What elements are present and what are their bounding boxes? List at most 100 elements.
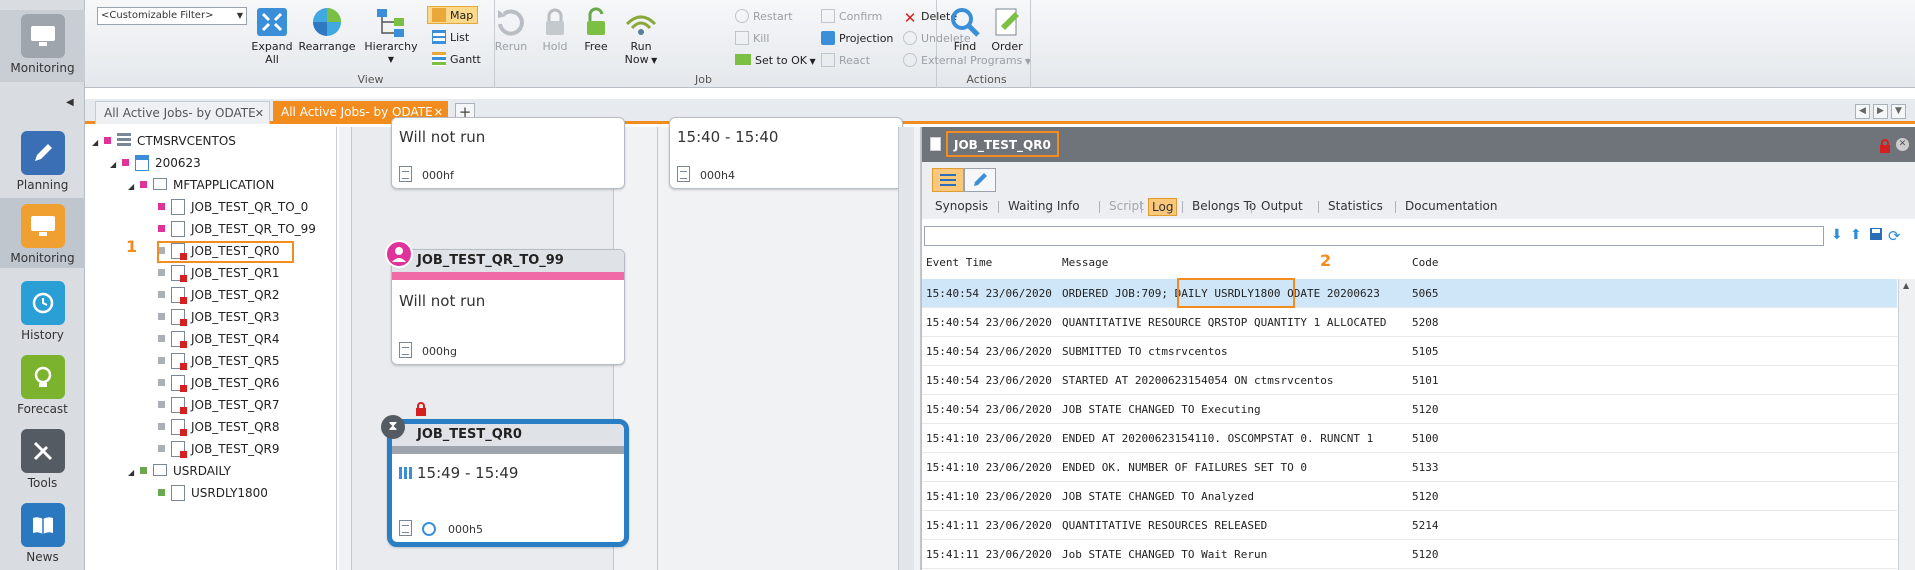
run-now-button[interactable]: Run Now ▼ bbox=[619, 6, 663, 67]
hold-button[interactable]: Hold bbox=[537, 6, 573, 53]
list-view-button[interactable]: List bbox=[432, 29, 469, 47]
collapse-triangle-icon[interactable]: ◢ bbox=[92, 133, 104, 153]
tree-node-folder-usrdaily[interactable]: ◢ USRDAILY bbox=[128, 461, 231, 481]
log-event-time: 15:41:11 23/06/2020 bbox=[926, 548, 1052, 561]
log-row[interactable]: 15:40:54 23/06/2020 STARTED AT 2020062315… bbox=[922, 366, 1897, 395]
rerun-button[interactable]: Rerun bbox=[491, 6, 531, 53]
column-event-time[interactable]: Event Time bbox=[926, 251, 992, 275]
chevron-up-icon[interactable]: ▲ bbox=[1903, 281, 1909, 290]
tab-all-active-jobs-1[interactable]: All Active Jobs- by ODATE ✕ bbox=[95, 101, 270, 124]
save-icon[interactable] bbox=[1869, 227, 1885, 243]
tree-node-job[interactable]: JOB_TEST_QR6 bbox=[146, 373, 280, 393]
monitor-icon bbox=[20, 14, 65, 58]
arrow-down-icon[interactable]: ⬇ bbox=[1831, 227, 1847, 243]
tree-node-job[interactable]: JOB_TEST_QR2 bbox=[146, 285, 280, 305]
kill-button[interactable]: Kill bbox=[735, 30, 769, 48]
tree-node-job[interactable]: JOB_TEST_QR4 bbox=[146, 329, 280, 349]
chevron-down-icon[interactable]: ▼ bbox=[1891, 104, 1906, 119]
restart-button[interactable]: Restart bbox=[735, 8, 793, 26]
tree-node-job[interactable]: JOB_TEST_QR_TO_99 bbox=[146, 219, 316, 239]
customizable-filter-select[interactable]: <Customizable Filter> ▼ bbox=[97, 7, 247, 25]
tree-node-job[interactable]: JOB_TEST_QR9 bbox=[146, 439, 280, 459]
tree-node-server[interactable]: ◢ CTMSRVCENTOS bbox=[92, 131, 236, 151]
callout-2: 2 bbox=[1320, 251, 1332, 270]
job-card-top-left[interactable]: Will not run 000hf bbox=[391, 117, 625, 189]
tree-node-job[interactable]: JOB_TEST_QR1 bbox=[146, 263, 280, 283]
set-to-ok-button[interactable]: Set to OK ▼ bbox=[735, 52, 816, 70]
job-status: Will not run bbox=[399, 292, 486, 310]
log-scrollbar[interactable]: ▲ bbox=[1898, 279, 1915, 570]
log-code: 5065 bbox=[1412, 287, 1439, 300]
log-event-time: 15:40:54 23/06/2020 bbox=[926, 403, 1052, 416]
log-row[interactable]: 15:41:10 23/06/2020 ENDED AT 202006231541… bbox=[922, 424, 1897, 453]
collapse-icon[interactable]: ◀ bbox=[66, 97, 74, 108]
confirm-button[interactable]: Confirm bbox=[821, 8, 882, 26]
projection-button[interactable]: Projection bbox=[821, 30, 893, 48]
edit-view-toggle[interactable] bbox=[964, 168, 996, 192]
log-code: 5120 bbox=[1412, 403, 1439, 416]
detail-tab-output[interactable]: Output bbox=[1258, 198, 1306, 216]
detail-tab-statistics[interactable]: Statistics bbox=[1325, 198, 1386, 216]
job-group-label: Job bbox=[695, 73, 712, 86]
tree-node-job[interactable]: JOB_TEST_QR3 bbox=[146, 307, 280, 327]
find-button[interactable]: Find bbox=[947, 6, 983, 53]
log-row[interactable]: 15:40:54 23/06/2020 JOB STATE CHANGED TO … bbox=[922, 395, 1897, 424]
log-row[interactable]: 15:40:54 23/06/2020 QUANTITATIVE RESOURCE… bbox=[922, 308, 1897, 337]
callout-1: 1 bbox=[126, 237, 138, 256]
tree-node-job[interactable]: JOB_TEST_QR5 bbox=[146, 351, 280, 371]
refresh-icon[interactable]: ⟳ bbox=[1888, 227, 1904, 245]
collapse-triangle-icon[interactable]: ◢ bbox=[128, 177, 140, 197]
log-row[interactable]: 15:41:11 23/06/2020 QUANTITATIVE RESOURCE… bbox=[922, 511, 1897, 540]
folder-icon bbox=[153, 464, 167, 476]
confirm-label: Confirm bbox=[839, 10, 883, 23]
rearrange-button[interactable]: Rearrange bbox=[297, 6, 357, 53]
chevron-left-icon[interactable]: ◀ bbox=[1855, 104, 1870, 119]
nav-history[interactable]: History bbox=[0, 281, 85, 343]
list-view-toggle[interactable] bbox=[932, 168, 964, 192]
tree-node-date[interactable]: ◢ 200623 bbox=[110, 153, 201, 173]
job-card-qr0-selected[interactable]: JOB_TEST_QR0 15:49 - 15:49 000h5 bbox=[387, 419, 629, 547]
tree-node-job-usrdly1800[interactable]: USRDLY1800 bbox=[146, 483, 268, 503]
nav-monitoring[interactable]: Monitoring bbox=[0, 198, 85, 268]
map-scrollbar[interactable] bbox=[898, 127, 914, 570]
job-id: 000hf bbox=[422, 169, 454, 182]
column-code[interactable]: Code bbox=[1412, 251, 1439, 275]
detail-tab-belongs-to[interactable]: Belongs To bbox=[1189, 198, 1259, 216]
detail-tab-waiting-info[interactable]: Waiting Info bbox=[1005, 198, 1083, 216]
order-button[interactable]: Order bbox=[987, 6, 1027, 53]
log-row[interactable]: 15:41:10 23/06/2020 JOB STATE CHANGED TO … bbox=[922, 482, 1897, 511]
tree-node-job[interactable]: JOB_TEST_QR_TO_0 bbox=[146, 197, 308, 217]
close-icon[interactable]: ✕ bbox=[255, 102, 264, 125]
detail-tab-log[interactable]: Log bbox=[1148, 198, 1178, 216]
nav-tools[interactable]: Tools bbox=[0, 429, 85, 491]
job-card-qr-to-99[interactable]: JOB_TEST_QR_TO_99 Will not run 000hg bbox=[391, 249, 625, 365]
collapse-triangle-icon[interactable]: ◢ bbox=[110, 155, 122, 175]
calendar-icon bbox=[135, 155, 149, 171]
close-icon[interactable]: ✕ bbox=[1896, 138, 1909, 151]
log-row[interactable]: 15:41:11 23/06/2020 Job STATE CHANGED TO … bbox=[922, 540, 1897, 569]
nav-planning[interactable]: Planning bbox=[0, 131, 85, 193]
chevron-right-icon[interactable]: ▶ bbox=[1873, 104, 1888, 119]
detail-tab-synopsis[interactable]: Synopsis bbox=[932, 198, 991, 216]
nav-news[interactable]: News bbox=[0, 503, 85, 565]
free-button[interactable]: Free bbox=[578, 6, 614, 53]
job-card-top-right[interactable]: 15:40 - 15:40 000h4 bbox=[669, 117, 903, 189]
set-to-ok-label: Set to OK bbox=[755, 54, 807, 67]
arrow-up-icon[interactable]: ⬆ bbox=[1850, 227, 1866, 243]
log-row[interactable]: 15:40:54 23/06/2020 ORDERED JOB:709; DAIL… bbox=[922, 279, 1897, 308]
react-button[interactable]: React bbox=[821, 52, 870, 70]
log-search-input[interactable] bbox=[924, 226, 1824, 246]
expand-all-button[interactable]: Expand All bbox=[249, 6, 295, 66]
log-row[interactable]: 15:41:10 23/06/2020 ENDED OK. NUMBER OF F… bbox=[922, 453, 1897, 482]
unlock-icon bbox=[587, 7, 605, 35]
nav-monitoring-top[interactable]: Monitoring bbox=[0, 10, 85, 82]
column-message[interactable]: Message bbox=[1062, 251, 1108, 275]
detail-tab-documentation[interactable]: Documentation bbox=[1402, 198, 1501, 216]
tree-node-job[interactable]: JOB_TEST_QR7 bbox=[146, 395, 280, 415]
tree-node-folder-mftapplication[interactable]: ◢ MFTAPPLICATION bbox=[128, 175, 274, 195]
nav-forecast[interactable]: Forecast bbox=[0, 355, 85, 417]
collapse-triangle-icon[interactable]: ◢ bbox=[128, 463, 140, 483]
tree-node-job[interactable]: JOB_TEST_QR8 bbox=[146, 417, 280, 437]
log-row[interactable]: 15:40:54 23/06/2020 SUBMITTED TO ctmsrvce… bbox=[922, 337, 1897, 366]
hierarchy-button[interactable]: Hierarchy ▼ bbox=[362, 6, 420, 66]
